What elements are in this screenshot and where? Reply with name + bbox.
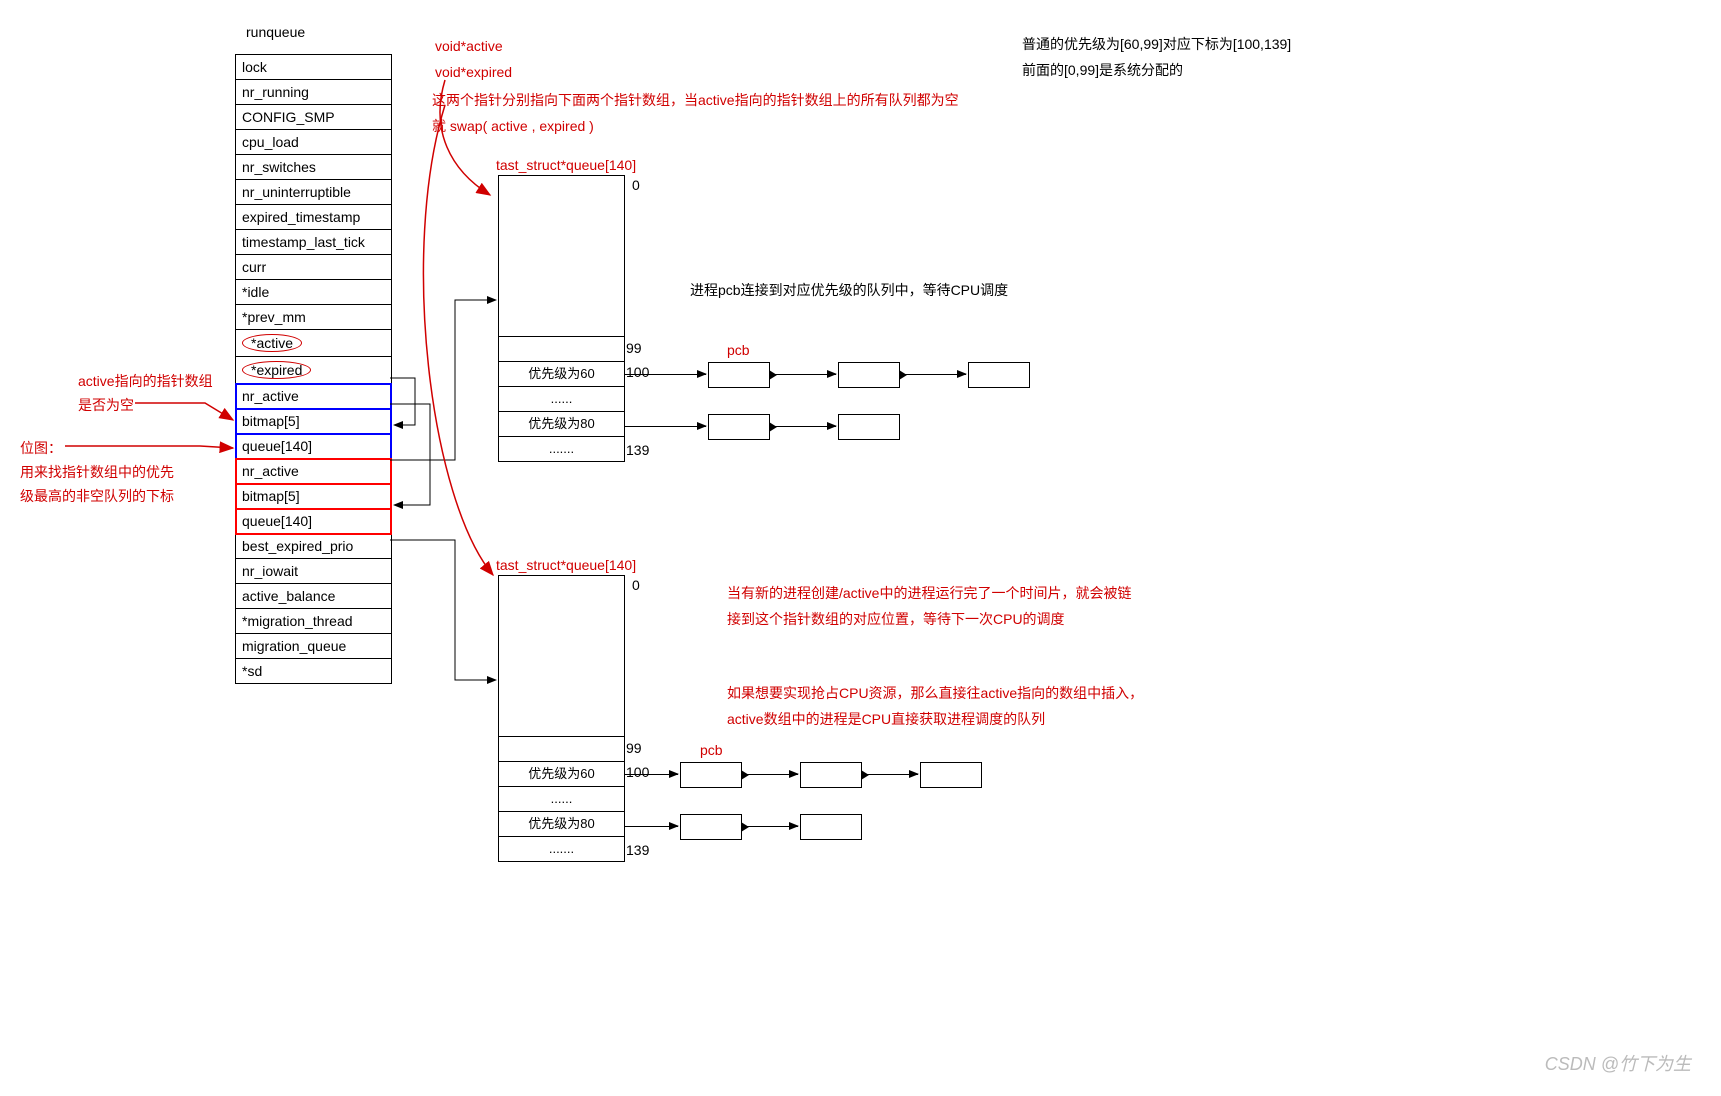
q2-r1-pcb-2 [800, 762, 862, 788]
q1-r1-pcb-3 [968, 362, 1030, 388]
q2-100-prio60: 优先级为60 [499, 762, 624, 787]
q1-prio80: 优先级为80 [499, 412, 624, 437]
q1-dots: ...... [499, 387, 624, 412]
group2-queue: queue[140] [236, 509, 391, 534]
field-timestamp_last_tick: timestamp_last_tick [236, 230, 391, 255]
q1-r2-line-0 [624, 426, 706, 427]
q2-r2-line-1 [742, 826, 798, 827]
field-expired_timestamp: expired_timestamp [236, 205, 391, 230]
q1-pcb-label: pcb [727, 342, 750, 358]
queue-array-2: 优先级为60 ...... 优先级为80 ....... [498, 575, 625, 862]
q2-r2-pcb-2 [800, 814, 862, 840]
q2-idx-139: 139 [626, 842, 649, 858]
q2-blank-top [499, 576, 624, 737]
q2-prio80: 优先级为80 [499, 812, 624, 837]
note-new-process-1: 当有新的进程创建/active中的进程运行完了一个时间片，就会被链 [727, 583, 1131, 603]
field-expired: *expired [236, 357, 391, 384]
note-preempt-2: active数组中的进程是CPU直接获取进程调度的队列 [727, 709, 1045, 729]
group2-bitmap: bitmap[5] [236, 484, 391, 509]
q2-r1-pcb-3 [920, 762, 982, 788]
q2-idx-100: 100 [626, 764, 649, 780]
q1-blank-top [499, 176, 624, 337]
q2-r2-pcb-1 [680, 814, 742, 840]
q2-idx-0: 0 [632, 577, 640, 593]
note-active-empty-1: active指向的指针数组 [78, 371, 213, 391]
field-idle: *idle [236, 280, 391, 305]
q1-r1-line-1 [770, 374, 836, 375]
q1-idx-99: 99 [626, 340, 642, 356]
group2-nr_active: nr_active [236, 459, 391, 484]
q1-dots2: ....... [499, 437, 624, 461]
note-void-active: void*active [435, 38, 503, 54]
q1-idx-0: 0 [632, 177, 640, 193]
queue-array-1: 优先级为60 ...... 优先级为80 ....... [498, 175, 625, 462]
q2-r1-line-0 [624, 774, 678, 775]
field-config_smp: CONFIG_SMP [236, 105, 391, 130]
note-bitmap-2: 用来找指针数组中的优先 [20, 462, 174, 482]
field-lock: lock [236, 55, 391, 80]
note-preempt-1: 如果想要实现抢占CPU资源，那么直接往active指向的数组中插入， [727, 683, 1143, 703]
active-oval: *active [242, 334, 302, 352]
field-prev_mm: *prev_mm [236, 305, 391, 330]
q2-r1-line-2 [862, 774, 918, 775]
diagram-canvas: runqueue lock nr_running CONFIG_SMP cpu_… [0, 0, 1721, 1096]
note-active-empty-2: 是否为空 [78, 395, 134, 415]
runqueue-struct: lock nr_running CONFIG_SMP cpu_load nr_s… [235, 54, 392, 684]
q2-dots2: ....... [499, 837, 624, 861]
q1-r2-pcb-1 [708, 414, 770, 440]
field-migration_queue: migration_queue [236, 634, 391, 659]
expired-oval: *expired [242, 361, 311, 379]
q1-idx-100: 100 [626, 364, 649, 380]
field-nr_iowait: nr_iowait [236, 559, 391, 584]
field-curr: curr [236, 255, 391, 280]
runqueue-title: runqueue [246, 24, 305, 40]
q1-r1-pcb-2 [838, 362, 900, 388]
q1-99 [499, 337, 624, 362]
field-cpu_load: cpu_load [236, 130, 391, 155]
field-nr_uninterruptible: nr_uninterruptible [236, 180, 391, 205]
q1-100-prio60: 优先级为60 [499, 362, 624, 387]
watermark: CSDN @竹下为生 [1545, 1050, 1691, 1076]
note-new-process-2: 接到这个指针数组的对应位置，等待下一次CPU的调度 [727, 609, 1065, 629]
field-sd: *sd [236, 659, 391, 683]
field-migration_thread: *migration_thread [236, 609, 391, 634]
q2-dots: ...... [499, 787, 624, 812]
q2-idx-99: 99 [626, 740, 642, 756]
q1-r1-line-0 [624, 374, 706, 375]
note-bitmap-1: 位图： [20, 438, 62, 458]
q2-r2-line-0 [624, 826, 678, 827]
field-best_expired_prio: best_expired_prio [236, 534, 391, 559]
field-nr_running: nr_running [236, 80, 391, 105]
field-active_balance: active_balance [236, 584, 391, 609]
note-pointers-desc2: 就 swap( active , expired ) [432, 116, 594, 136]
queue2-struct-label: tast_struct*queue[140] [496, 557, 636, 573]
q1-r2-line-1 [770, 426, 836, 427]
note-void-expired: void*expired [435, 64, 512, 80]
note-bitmap-3: 级最高的非空队列的下标 [20, 486, 174, 506]
note-pcb-connect: 进程pcb连接到对应优先级的队列中，等待CPU调度 [690, 280, 1008, 300]
note-system-range: 前面的[0,99]是系统分配的 [1022, 60, 1183, 80]
field-active: *active [236, 330, 391, 357]
q1-r2-pcb-2 [838, 414, 900, 440]
q2-pcb-label: pcb [700, 742, 723, 758]
q2-99 [499, 737, 624, 762]
q1-r1-pcb-1 [708, 362, 770, 388]
q1-idx-139: 139 [626, 442, 649, 458]
q1-r1-line-2 [900, 374, 966, 375]
queue1-struct-label: tast_struct*queue[140] [496, 157, 636, 173]
q2-r1-pcb-1 [680, 762, 742, 788]
q2-r1-line-1 [742, 774, 798, 775]
group1-bitmap: bitmap[5] [236, 409, 391, 434]
field-nr_switches: nr_switches [236, 155, 391, 180]
note-priority-range: 普通的优先级为[60,99]对应下标为[100,139] [1022, 34, 1291, 54]
group1-queue: queue[140] [236, 434, 391, 459]
note-pointers-desc1: 这两个指针分别指向下面两个指针数组，当active指向的指针数组上的所有队列都为… [432, 90, 959, 110]
group1-nr_active: nr_active [236, 384, 391, 409]
